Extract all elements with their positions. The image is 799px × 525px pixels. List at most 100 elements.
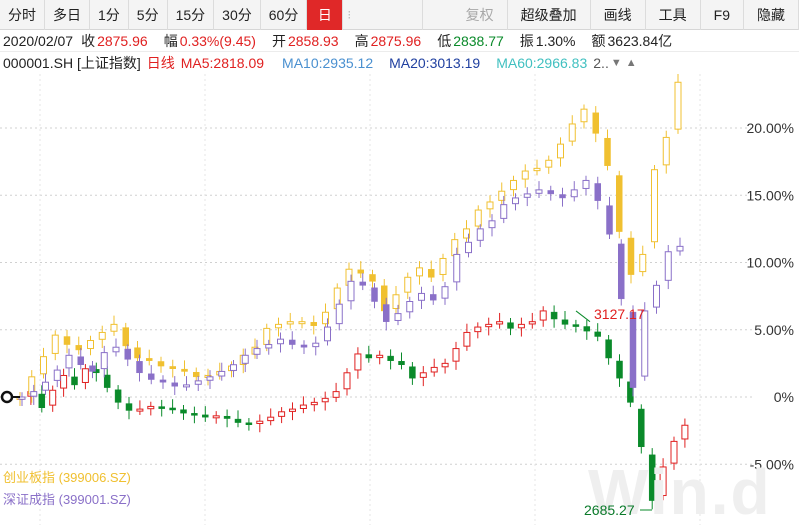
legend-szse: 深证成指 (399001.SZ) <box>3 492 131 507</box>
series0-candle-17 <box>202 414 209 418</box>
series2-candle-41 <box>500 204 508 219</box>
series1-candle-15 <box>193 372 200 378</box>
period-more-icon[interactable]: ⁝ <box>343 0 424 30</box>
series0-candle-25 <box>289 408 296 412</box>
series0-candle-34 <box>387 355 394 361</box>
series2-candle-51 <box>618 243 625 300</box>
series1-candle-45 <box>545 159 553 168</box>
series1-candle-36 <box>439 257 447 275</box>
symbol-label: 000001.SH [上证指数] <box>3 55 141 71</box>
period-button-2[interactable]: 1分 <box>90 0 129 30</box>
series2-candle-19 <box>241 354 249 364</box>
series0-candle-9 <box>114 389 122 403</box>
period-label: 日线 <box>146 55 175 71</box>
series0-candle-57 <box>638 408 645 448</box>
series2-candle-42 <box>512 197 519 205</box>
series0-candle-18 <box>212 415 220 419</box>
series2-candle-11 <box>148 373 155 380</box>
y-tick-label-0: 20.00% <box>747 120 794 136</box>
series1-candle-50 <box>604 137 611 166</box>
series2-candle-15 <box>194 380 202 385</box>
series2-candle-47 <box>570 189 578 198</box>
series0-candle-36 <box>409 366 416 379</box>
series0-candle-8 <box>103 374 111 388</box>
series1-candle-22 <box>275 323 282 329</box>
series2-candle-31 <box>383 304 390 322</box>
series1-candle-14 <box>181 368 188 372</box>
series0-candle-22 <box>256 420 264 424</box>
series2-candle-14 <box>183 384 190 388</box>
legend-chinext: 创业板指 (399006.SZ) <box>3 470 131 485</box>
series1-candle-9 <box>122 327 129 347</box>
series1-candle-8 <box>110 323 118 332</box>
series0-candle-23 <box>267 416 275 422</box>
y-tick-label-2: 10.00% <box>747 255 794 271</box>
y-tick-label-1: 15.00% <box>747 187 794 203</box>
series0-candle-40 <box>452 348 460 362</box>
series2-candle-52 <box>629 311 637 388</box>
close-label: 收 <box>81 32 96 49</box>
ma5-value: MA5:2818.09 <box>180 55 265 71</box>
series2-candle-23 <box>289 339 296 345</box>
open-label: 开 <box>271 32 286 49</box>
series2-candle-17 <box>218 370 226 377</box>
period-button-4[interactable]: 15分 <box>168 0 215 30</box>
series2-candle-48 <box>582 179 590 189</box>
period-button-0[interactable]: 分时 <box>0 0 45 30</box>
series2-candle-29 <box>359 281 366 286</box>
tool-button-0[interactable]: 复权 <box>453 0 508 30</box>
series0-candle-49 <box>550 311 558 320</box>
series2-candle-34 <box>418 292 425 301</box>
ma-settings-icon[interactable]: ▲ <box>626 57 637 69</box>
series0-candle-54 <box>605 339 612 359</box>
series0-candle-48 <box>539 310 547 321</box>
series2-candle-10 <box>136 361 143 374</box>
low-value: 2838.77 <box>453 32 504 49</box>
open-value: 2858.93 <box>287 32 339 49</box>
series1-candle-56 <box>674 81 682 130</box>
series2-candle-54 <box>653 284 660 308</box>
period-button-3[interactable]: 5分 <box>129 0 168 30</box>
series0-candle-10 <box>125 403 133 411</box>
series2-candle-33 <box>406 301 414 313</box>
period-button-5[interactable]: 30分 <box>214 0 261 30</box>
series1-candle-42 <box>510 179 517 191</box>
tool-button-5[interactable]: 隐藏 <box>744 0 799 30</box>
period-button-6[interactable]: 60分 <box>261 0 308 30</box>
series0-candle-55 <box>616 360 623 379</box>
ma-indicator-line: 000001.SH [上证指数] 日线 MA5:2818.09 MA10:293… <box>0 52 799 74</box>
series1-candle-7 <box>98 331 106 340</box>
ma-dropdown-icon[interactable]: ▼ <box>611 57 622 69</box>
tool-button-1[interactable]: 超级叠加 <box>508 0 591 30</box>
series2-candle-46 <box>559 194 566 199</box>
annotation-high-arrow <box>575 310 591 323</box>
change-value: 0.33%(9.45) <box>179 32 256 49</box>
tool-button-2[interactable]: 画线 <box>591 0 646 30</box>
series1-candle-39 <box>474 209 482 227</box>
series2-candle-28 <box>347 280 355 302</box>
tool-button-4[interactable]: F9 <box>701 0 744 30</box>
series2-candle-25 <box>312 342 320 348</box>
series0-candle-53 <box>594 331 601 337</box>
amount-value: 3623.84亿 <box>607 32 673 49</box>
series1-candle-55 <box>662 136 670 166</box>
series0-candle-38 <box>430 366 438 373</box>
quote-low: 低 2838.77 <box>437 31 512 51</box>
tool-button-3[interactable]: 工具 <box>646 0 701 30</box>
series0-candle-52 <box>583 326 591 332</box>
series2-candle-5 <box>77 356 84 365</box>
series1-candle-48 <box>580 108 588 123</box>
period-button-1[interactable]: 多日 <box>45 0 90 30</box>
amplitude-label: 振 <box>519 32 534 49</box>
series2-candle-32 <box>394 313 402 321</box>
series0-candle-39 <box>441 362 449 368</box>
series2-candle-43 <box>523 193 531 198</box>
series1-candle-2 <box>40 356 47 375</box>
series2-candle-38 <box>465 241 472 254</box>
series0-candle-4 <box>60 374 68 389</box>
series0-candle-3 <box>49 389 57 406</box>
series0-candle-46 <box>517 323 525 329</box>
quote-high: 高 2875.96 <box>355 31 430 51</box>
period-button-7[interactable]: 日 <box>307 0 344 30</box>
series1-candle-52 <box>627 237 635 275</box>
